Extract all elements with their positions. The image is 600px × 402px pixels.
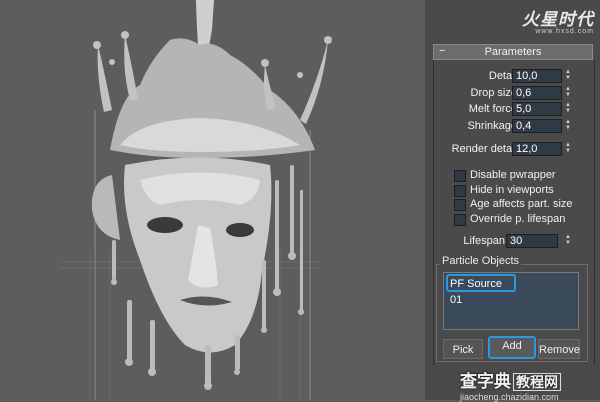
- param-label: Drop size: [470, 87, 517, 99]
- melting-mask-render: [60, 0, 332, 400]
- render-detail-spinner-field[interactable]: 12,0: [512, 142, 562, 156]
- particle-objects-list[interactable]: PF Source 01: [443, 272, 579, 330]
- param-label: Melt force: [468, 103, 517, 115]
- spinner-arrows-icon[interactable]: ▲ ▼: [564, 142, 572, 156]
- age-affects-size-checkbox[interactable]: Age affects part. size: [446, 198, 600, 212]
- param-label: Render detail: [451, 143, 517, 155]
- param-row-shrinkage: Shrinkage 0,4 ▲ ▼: [418, 119, 593, 134]
- param-label: Lifespan: [463, 235, 505, 247]
- checkbox-label: Disable pwrapper: [470, 169, 556, 181]
- lifespan-spinner-field[interactable]: 30: [506, 234, 558, 248]
- override-lifespan-checkbox[interactable]: Override p. lifespan: [446, 213, 600, 227]
- site-watermark: 查字典 教程网 jiaocheng.chazidian.com: [460, 367, 600, 402]
- watermark-sub: 教程网: [513, 373, 561, 391]
- param-row-render-detail: Render detail 12,0 ▲ ▼: [418, 142, 593, 157]
- checkbox-label: Age affects part. size: [470, 198, 573, 210]
- logo-url: www.hxsd.com: [535, 28, 594, 35]
- right-eye-hole: [226, 223, 254, 237]
- hxsd-logo: 火星时代 www.hxsd.com: [484, 5, 594, 39]
- add-button[interactable]: Add: [488, 336, 536, 359]
- parameters-rollout-header[interactable]: − Parameters: [433, 44, 593, 60]
- detail-spinner-field[interactable]: 10,0: [512, 69, 562, 83]
- 3d-viewport[interactable]: [0, 0, 425, 400]
- watermark-main: 查字典: [460, 372, 511, 391]
- spinner-arrows-icon[interactable]: ▲ ▼: [564, 119, 572, 133]
- list-item[interactable]: PF Source 01: [446, 274, 516, 306]
- spinner-arrows-icon[interactable]: ▲ ▼: [564, 69, 572, 83]
- remove-button[interactable]: Remove: [538, 339, 580, 359]
- rollout-title: Parameters: [484, 46, 542, 58]
- param-label: Shrinkage: [467, 120, 517, 132]
- checkbox-label: Override p. lifespan: [470, 213, 566, 225]
- particle-objects-label: Particle Objects: [440, 255, 522, 267]
- disable-pwrapper-checkbox[interactable]: Disable pwrapper: [446, 169, 600, 183]
- melt-force-spinner-field[interactable]: 5,0: [512, 102, 562, 116]
- left-eye-hole: [147, 217, 183, 233]
- param-row-detail: Detail 10,0 ▲ ▼: [418, 69, 593, 84]
- checkbox-box[interactable]: [454, 214, 466, 226]
- hide-in-viewports-checkbox[interactable]: Hide in viewports: [446, 184, 600, 198]
- shrinkage-spinner-field[interactable]: 0,4: [512, 119, 562, 133]
- spinner-arrows-icon[interactable]: ▲ ▼: [564, 86, 572, 100]
- checkbox-box[interactable]: [454, 170, 466, 182]
- checkbox-box[interactable]: [454, 185, 466, 197]
- watermark-site: jiaocheng.chazidian.com: [460, 392, 559, 402]
- param-row-drop-size: Drop size 0,6 ▲ ▼: [418, 86, 593, 101]
- checkbox-box[interactable]: [454, 199, 466, 211]
- spinner-arrows-icon[interactable]: ▲ ▼: [564, 102, 572, 116]
- ear-shape: [91, 175, 120, 240]
- drop-size-spinner-field[interactable]: 0,6: [512, 86, 562, 100]
- param-row-lifespan: Lifespan 30 ▲ ▼: [418, 234, 593, 249]
- logo-brand: 火星时代: [522, 10, 594, 30]
- checkbox-label: Hide in viewports: [470, 184, 554, 196]
- spinner-arrows-icon[interactable]: ▲ ▼: [564, 234, 572, 248]
- pick-button[interactable]: Pick: [443, 339, 483, 359]
- param-row-melt-force: Melt force 5,0 ▲ ▼: [418, 102, 593, 117]
